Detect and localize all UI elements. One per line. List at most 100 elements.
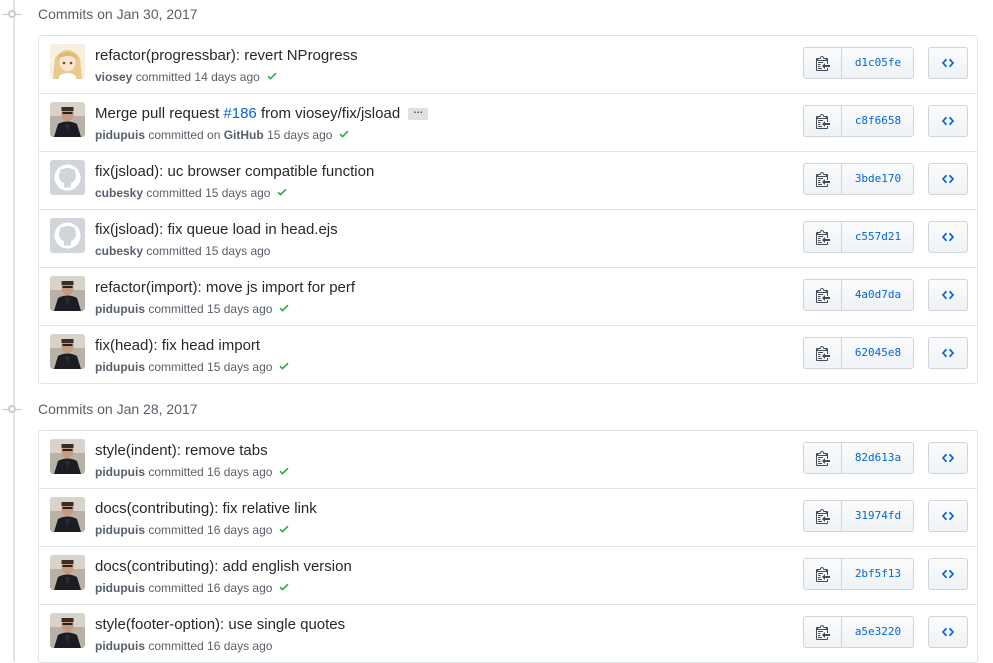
copy-sha-button[interactable] <box>804 106 842 136</box>
commit-sha-link[interactable]: a5e3220 <box>843 617 913 647</box>
author-name-link[interactable]: pidupuis <box>95 360 145 374</box>
author-name-link[interactable]: pidupuis <box>95 639 145 653</box>
author-name-link[interactable]: pidupuis <box>95 465 145 479</box>
author-avatar[interactable] <box>50 497 85 532</box>
commit-row: style(footer-option): use single quotes p… <box>39 604 977 662</box>
author-avatar[interactable] <box>50 555 85 590</box>
copy-sha-button[interactable] <box>804 559 842 589</box>
commit-meta: pidupuis committed 15 days ago <box>95 302 290 317</box>
author-avatar[interactable] <box>50 334 85 369</box>
commit-sha-link[interactable]: d1c05fe <box>843 48 913 78</box>
commit-sha-link[interactable]: 82d613a <box>843 443 913 473</box>
commit-meta: cubesky committed 15 days ago <box>95 186 288 201</box>
copy-sha-button[interactable] <box>804 443 842 473</box>
commit-meta: pidupuis committed 15 days ago <box>95 360 290 375</box>
commit-relative-time: 15 days ago <box>205 186 271 200</box>
commit-message[interactable]: Merge pull request #186 from viosey/fix/… <box>95 105 429 122</box>
commit-message[interactable]: style(indent): remove tabs <box>95 442 268 459</box>
commit-message[interactable]: fix(head): fix head import <box>95 337 260 354</box>
browse-repository-button[interactable] <box>928 105 968 137</box>
commit-action-text: committed <box>148 523 204 537</box>
browse-repository-button[interactable] <box>928 47 968 79</box>
browse-repository-button[interactable] <box>928 163 968 195</box>
commit-relative-time: 15 days ago <box>207 302 273 316</box>
commit-sha-link[interactable]: 62045e8 <box>843 338 913 368</box>
copy-sha-button[interactable] <box>804 501 842 531</box>
check-icon[interactable] <box>278 360 290 375</box>
commit-message[interactable]: refactor(progressbar): revert NProgress <box>95 47 358 64</box>
author-avatar[interactable] <box>50 44 85 79</box>
commit-message[interactable]: fix(jsload): fix queue load in head.ejs <box>95 221 338 238</box>
commit-list: refactor(progressbar): revert NProgress v… <box>38 35 978 384</box>
copy-sha-button[interactable] <box>804 338 842 368</box>
sha-button-group: 82d613a <box>803 442 914 474</box>
commit-row: style(indent): remove tabs pidupuis commi… <box>39 431 977 488</box>
sha-button-group: 62045e8 <box>803 337 914 369</box>
browse-repository-button[interactable] <box>928 221 968 253</box>
issue-link[interactable]: #186 <box>223 105 256 122</box>
author-name-link[interactable]: cubesky <box>95 186 143 200</box>
commit-sha-link[interactable]: 31974fd <box>843 501 913 531</box>
commit-action-text: committed <box>148 639 204 653</box>
commit-row: docs(contributing): add english version p… <box>39 546 977 604</box>
commit-message[interactable]: docs(contributing): add english version <box>95 558 352 575</box>
browse-repository-button[interactable] <box>928 500 968 532</box>
author-avatar[interactable] <box>50 218 85 253</box>
check-icon[interactable] <box>276 186 288 201</box>
commit-message[interactable]: docs(contributing): fix relative link <box>95 500 317 517</box>
author-name-link[interactable]: pidupuis <box>95 128 145 142</box>
commit-relative-time: 15 days ago <box>267 128 333 142</box>
browse-repository-button[interactable] <box>928 616 968 648</box>
author-name-link[interactable]: viosey <box>95 70 132 84</box>
copy-sha-button[interactable] <box>804 617 842 647</box>
author-avatar[interactable] <box>50 439 85 474</box>
sha-button-group: d1c05fe <box>803 47 914 79</box>
commit-meta: viosey committed 14 days ago <box>95 70 278 85</box>
commit-relative-time: 16 days ago <box>207 581 273 595</box>
copy-sha-button[interactable] <box>804 164 842 194</box>
commit-sha-link[interactable]: c8f6658 <box>843 106 913 136</box>
commit-message[interactable]: style(footer-option): use single quotes <box>95 616 345 633</box>
check-icon[interactable] <box>278 523 290 538</box>
expand-message-button[interactable]: … <box>408 106 429 121</box>
copy-sha-button[interactable] <box>804 222 842 252</box>
commit-message[interactable]: fix(jsload): uc browser compatible funct… <box>95 163 374 180</box>
author-avatar[interactable] <box>50 160 85 195</box>
commit-row: fix(jsload): uc browser compatible funct… <box>39 151 977 209</box>
check-icon[interactable] <box>278 465 290 480</box>
committer-platform: GitHub <box>223 128 264 142</box>
author-name-link[interactable]: pidupuis <box>95 523 145 537</box>
copy-sha-button[interactable] <box>804 280 842 310</box>
commit-action-text: committed <box>148 581 204 595</box>
commit-action-text: committed on <box>148 128 221 142</box>
author-avatar[interactable] <box>50 276 85 311</box>
commit-row: Merge pull request #186 from viosey/fix/… <box>39 93 977 151</box>
browse-repository-button[interactable] <box>928 279 968 311</box>
commit-message[interactable]: refactor(import): move js import for per… <box>95 279 355 296</box>
commit-relative-time: 16 days ago <box>207 465 273 479</box>
commit-message-text[interactable]: from viosey/fix/jsload <box>257 105 400 122</box>
check-icon[interactable] <box>278 581 290 596</box>
check-icon[interactable] <box>278 302 290 317</box>
author-name-link[interactable]: pidupuis <box>95 581 145 595</box>
browse-repository-button[interactable] <box>928 442 968 474</box>
commit-message-text[interactable]: Merge pull request <box>95 105 223 122</box>
check-icon[interactable] <box>338 128 350 143</box>
browse-repository-button[interactable] <box>928 337 968 369</box>
commit-sha-link[interactable]: 2bf5f13 <box>843 559 913 589</box>
commit-sha-link[interactable]: 3bde170 <box>843 164 913 194</box>
browse-repository-button[interactable] <box>928 558 968 590</box>
commit-relative-time: 15 days ago <box>205 244 271 258</box>
sha-button-group: 3bde170 <box>803 163 914 195</box>
commit-group-header: Commits on Jan 30, 2017 <box>0 0 400 30</box>
check-icon[interactable] <box>266 70 278 85</box>
commit-sha-link[interactable]: c557d21 <box>843 222 913 252</box>
commit-sha-link[interactable]: 4a0d7da <box>843 280 913 310</box>
sha-button-group: 2bf5f13 <box>803 558 914 590</box>
author-name-link[interactable]: cubesky <box>95 244 143 258</box>
author-name-link[interactable]: pidupuis <box>95 302 145 316</box>
sha-button-group: 31974fd <box>803 500 914 532</box>
copy-sha-button[interactable] <box>804 48 842 78</box>
author-avatar[interactable] <box>50 613 85 648</box>
author-avatar[interactable] <box>50 102 85 137</box>
